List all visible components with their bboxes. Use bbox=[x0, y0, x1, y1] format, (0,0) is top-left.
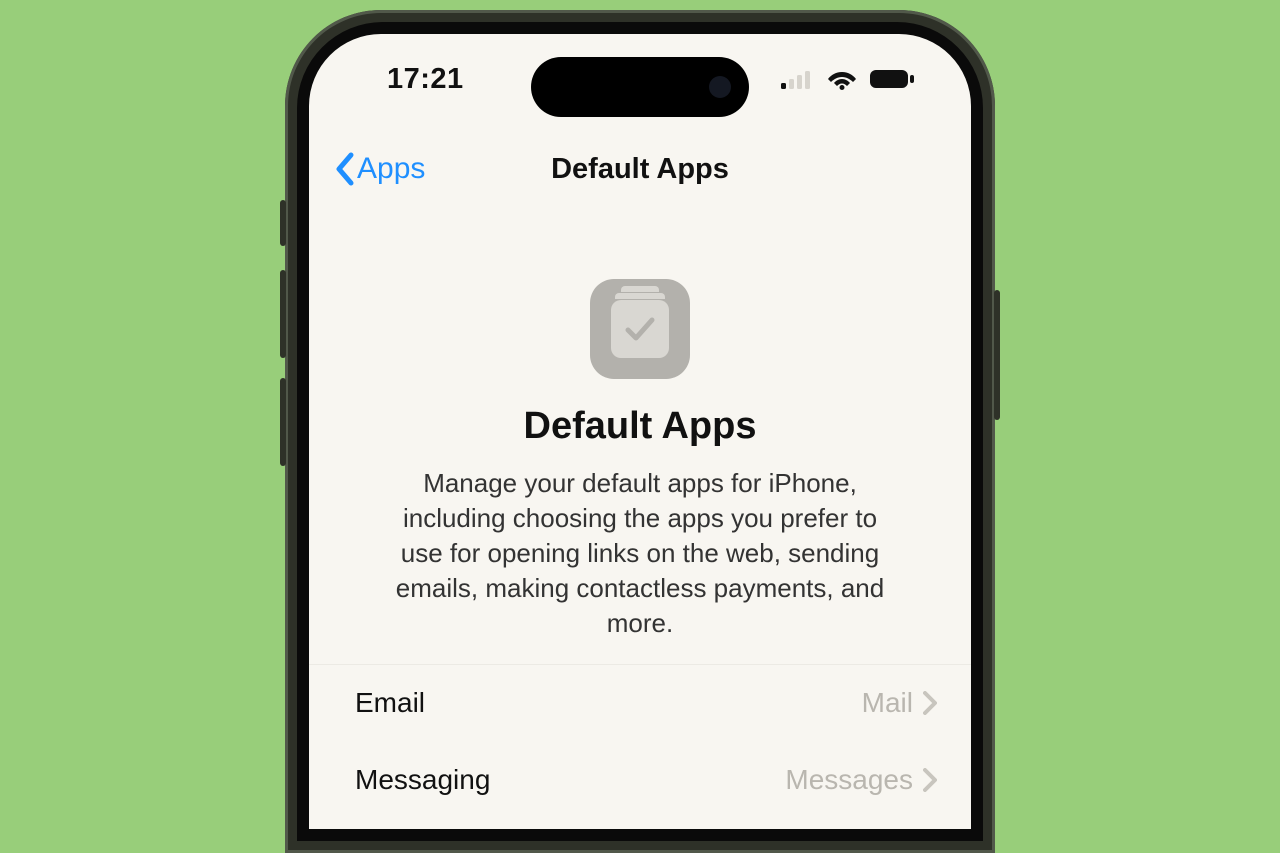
row-label: Messaging bbox=[355, 764, 490, 796]
dynamic-island bbox=[531, 57, 749, 117]
battery-icon bbox=[869, 68, 915, 90]
chevron-right-icon bbox=[923, 768, 937, 792]
phone-frame: 17:21 bbox=[285, 10, 995, 853]
hero-title: Default Apps bbox=[379, 405, 901, 448]
list-row-calling[interactable]: Calling Phone bbox=[309, 817, 971, 829]
status-time: 17:21 bbox=[387, 63, 464, 96]
list-row-email[interactable]: Email Mail bbox=[309, 665, 971, 741]
front-camera bbox=[709, 76, 731, 98]
stack-check-icon bbox=[611, 300, 669, 358]
cellular-signal-icon bbox=[781, 69, 815, 89]
phone-bezel: 17:21 bbox=[297, 22, 983, 841]
wifi-icon bbox=[827, 68, 857, 90]
back-button[interactable]: Apps bbox=[333, 151, 425, 187]
default-apps-icon bbox=[590, 279, 690, 379]
chevron-left-icon bbox=[333, 151, 355, 187]
row-label: Email bbox=[355, 687, 425, 719]
back-label: Apps bbox=[357, 152, 425, 186]
list-row-messaging[interactable]: Messaging Messages bbox=[309, 741, 971, 817]
hero-description: Manage your default apps for iPhone, inc… bbox=[379, 466, 901, 641]
phone-volume-down-button bbox=[280, 378, 286, 466]
chevron-right-icon bbox=[923, 691, 937, 715]
status-indicators bbox=[781, 68, 915, 90]
default-apps-list: Email Mail Messaging Messages bbox=[309, 664, 971, 829]
phone-power-button bbox=[994, 290, 1000, 420]
row-value: Mail bbox=[862, 687, 913, 719]
row-value: Messages bbox=[785, 764, 913, 796]
phone-volume-up-button bbox=[280, 270, 286, 358]
navigation-bar: Apps Default Apps bbox=[309, 134, 971, 204]
navigation-title: Default Apps bbox=[551, 153, 729, 186]
screen: 17:21 bbox=[309, 34, 971, 829]
hero-section: Default Apps Manage your default apps fo… bbox=[309, 279, 971, 641]
phone-side-button bbox=[280, 200, 286, 246]
